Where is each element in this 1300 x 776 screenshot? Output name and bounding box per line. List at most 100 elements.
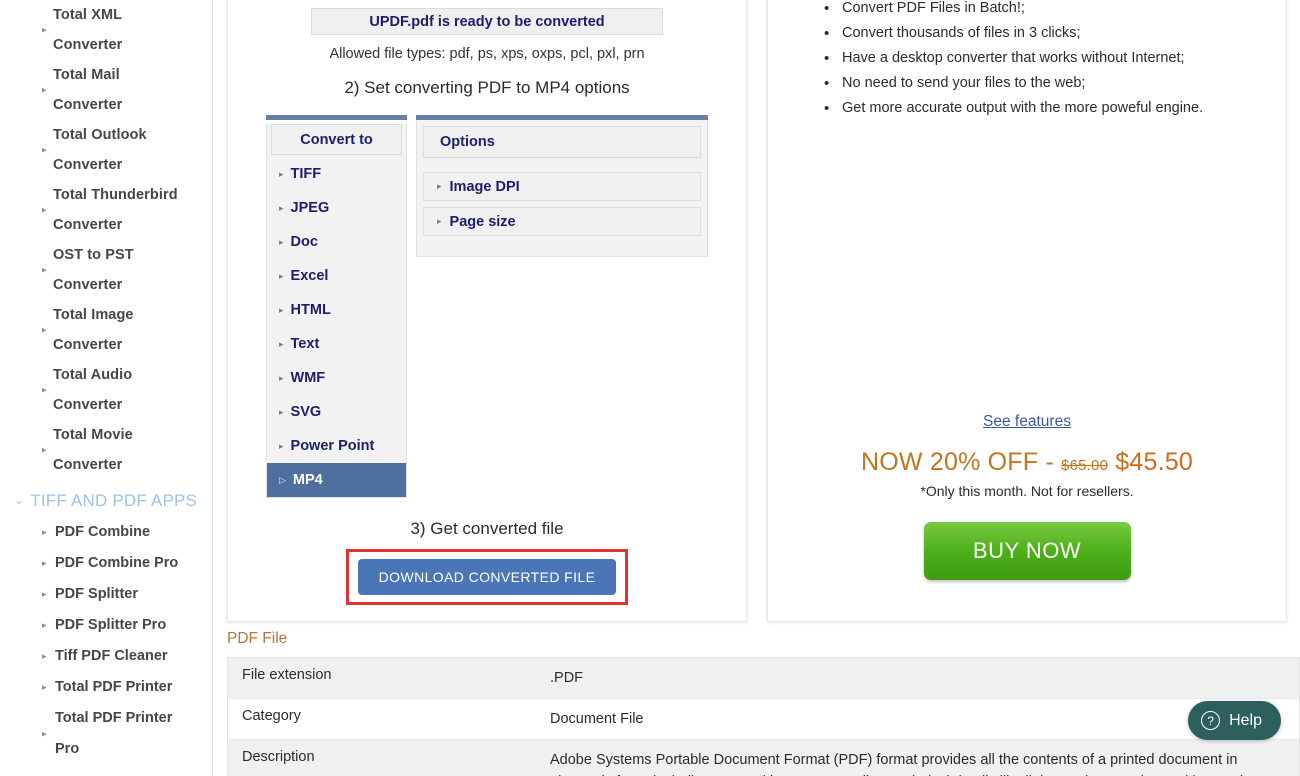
format-option-svg[interactable]: ▸ SVG <box>267 395 406 429</box>
option-label: Page size <box>449 213 516 230</box>
format-option-label: MP4 <box>292 472 323 488</box>
step2-title: 2) Set converting PDF to MP4 options <box>344 78 630 97</box>
help-button[interactable]: ? Help <box>1188 701 1281 740</box>
table-cell-key: Category <box>242 708 301 724</box>
ready-banner: UPDF.pdf is ready to be converted <box>311 8 663 35</box>
sidebar-subitem[interactable]: ▸ PDF Splitter <box>0 579 212 610</box>
table-cell-key: Description <box>242 749 315 765</box>
chevron-right-icon: ▸ <box>42 144 47 155</box>
sidebar-subitem[interactable]: ▸ Total PDF Printer Pro <box>0 703 212 765</box>
sidebar-item[interactable]: ▸ Total Mail Converter <box>0 60 212 120</box>
pdf-file-table: File extension .PDF Category Document File D… <box>227 657 1300 776</box>
format-option-label: HTML <box>290 302 331 318</box>
chevron-right-icon: ▸ <box>437 181 442 191</box>
options-list: ▸ Image DPI ▸ Page size <box>423 172 701 236</box>
chevron-right-icon: ▸ <box>42 84 47 95</box>
format-list-box: Convert to ▸ TIFF ▸ JPEG ▸ Doc ▸ Excel ▸ HTML ▸ Tex… <box>266 124 407 498</box>
sidebar-item[interactable]: ▸ Total Movie Converter <box>0 420 212 480</box>
sidebar-subitem-label: PDF Combine Pro <box>55 555 179 571</box>
sidebar-subitem[interactable]: ▸ PDF Splitter Pro <box>0 610 212 641</box>
format-option-doc[interactable]: ▸ Doc <box>267 225 406 259</box>
format-option-text[interactable]: ▸ Text <box>267 327 406 361</box>
sidebar-section-label: TIFF AND PDF APPS <box>30 491 198 510</box>
sidebar-subitem[interactable]: ▸ Total PDF Printer <box>0 672 212 703</box>
table-row: Category Document File <box>228 699 1299 740</box>
sidebar-item-label: Total Thunderbird Converter <box>53 187 178 233</box>
panel-topbar <box>266 115 407 120</box>
feature-bullet: Convert thousands of files in 3 clicks; <box>824 21 1246 46</box>
chevron-right-icon: ▸ <box>42 728 47 739</box>
sidebar-item[interactable]: ▸ Total Thunderbird Converter <box>0 180 212 240</box>
format-option-mp4[interactable]: ▷ MP4 <box>267 463 406 497</box>
sidebar-subitem-label: Total PDF Printer <box>55 679 173 695</box>
feature-bullet: Have a desktop converter that works with… <box>824 46 1246 71</box>
chevron-right-icon: ▸ <box>42 384 47 395</box>
sidebar-subitem[interactable]: ▸ PDF Combine <box>0 517 212 548</box>
format-list: ▸ TIFF ▸ JPEG ▸ Doc ▸ Excel ▸ HTML ▸ Text ▸ WMF ▸ SVG ▸ P… <box>267 157 406 497</box>
format-option-excel[interactable]: ▸ Excel <box>267 259 406 293</box>
sidebar-subitem-label: PDF Combine <box>55 524 151 540</box>
format-option-power-point[interactable]: ▸ Power Point <box>267 429 406 463</box>
chevron-right-icon: ▸ <box>42 558 47 568</box>
sidebar-subitem-label: PDF Splitter <box>55 586 138 602</box>
help-label: Help <box>1229 711 1262 729</box>
chevron-right-icon: ▸ <box>279 372 284 383</box>
promo-card: Convert PDF Files in Batch!;Convert thou… <box>767 0 1287 622</box>
page-root: ▸ Total XML Converter ▸ Total Mail Converter ▸… <box>0 0 1300 776</box>
format-option-html[interactable]: ▸ HTML <box>267 293 406 327</box>
sidebar-item[interactable]: ▸ OST to PST Converter <box>0 240 212 300</box>
format-option-jpeg[interactable]: ▸ JPEG <box>267 191 406 225</box>
step3-title: 3) Get converted file <box>410 519 564 538</box>
format-option-label: Power Point <box>290 438 375 454</box>
sidebar-item[interactable]: ▸ Total Image Converter <box>0 300 212 360</box>
format-option-label: JPEG <box>290 200 330 216</box>
format-option-label: SVG <box>290 404 322 420</box>
chevron-right-icon: ▸ <box>42 264 47 275</box>
options-panel: Options ▸ Image DPI ▸ Page size <box>416 115 708 498</box>
sidebar-subitem-label: Total PDF Printer Pro <box>55 710 173 757</box>
chevron-right-icon: ▸ <box>279 440 284 451</box>
chevron-right-icon: ▸ <box>279 338 284 349</box>
download-area: DOWNLOAD CONVERTED FILE <box>228 549 746 605</box>
sidebar: ▸ Total XML Converter ▸ Total Mail Converter ▸… <box>0 0 213 776</box>
price-line: NOW 20% OFF - $65.00 $45.50 <box>808 448 1246 477</box>
price-prefix: NOW 20% OFF - <box>861 448 1062 476</box>
chevron-right-outline-icon: ▷ <box>279 474 286 485</box>
table-row: File extension .PDF <box>228 658 1299 699</box>
option-image-dpi[interactable]: ▸ Image DPI <box>423 172 701 201</box>
format-option-tiff[interactable]: ▸ TIFF <box>267 157 406 191</box>
question-circle-icon: ? <box>1201 711 1221 730</box>
chevron-right-icon: ▸ <box>437 216 442 226</box>
chevron-right-icon: ▸ <box>42 589 47 599</box>
see-features-link[interactable]: See features <box>983 413 1071 430</box>
price-new: $45.50 <box>1115 448 1193 476</box>
download-converted-file-button[interactable]: DOWNLOAD CONVERTED FILE <box>357 559 617 595</box>
chevron-right-icon: ▸ <box>42 444 47 455</box>
sidebar-section-tiff-and-pdf-apps[interactable]: ⌄ TIFF AND PDF APPS <box>0 480 212 517</box>
pdf-file-section: PDF File File extension .PDF Category Docum… <box>227 630 1300 776</box>
price-old: $65.00 <box>1061 457 1109 474</box>
convert-to-panel: Convert to ▸ TIFF ▸ JPEG ▸ Doc ▸ Excel ▸ HTML ▸ Tex… <box>266 115 407 498</box>
sidebar-subitem[interactable]: ▸ Tiff PDF Cleaner <box>0 641 212 672</box>
download-highlight-box: DOWNLOAD CONVERTED FILE <box>345 549 629 605</box>
sidebar-item[interactable]: ▸ Total XML Converter <box>0 0 212 60</box>
sidebar-subitem[interactable]: ▸ PDF Combine Pro <box>0 548 212 579</box>
format-option-label: Excel <box>290 268 329 284</box>
format-option-label: TIFF <box>290 166 322 182</box>
sidebar-item[interactable]: ▸ Total Outlook Converter <box>0 120 212 180</box>
format-option-wmf[interactable]: ▸ WMF <box>267 361 406 395</box>
chevron-right-icon: ▸ <box>42 24 47 35</box>
sidebar-item[interactable]: ▸ Total Audio Converter <box>0 360 212 420</box>
sidebar-item-label: Total Outlook Converter <box>53 127 147 173</box>
chevron-right-icon: ▸ <box>42 324 47 335</box>
allowed-file-types: Allowed file types: pdf, ps, xps, oxps, … <box>329 46 645 62</box>
sidebar-main-list: ▸ Total XML Converter ▸ Total Mail Converter ▸… <box>0 0 212 480</box>
option-page-size[interactable]: ▸ Page size <box>423 207 701 236</box>
buy-now-button[interactable]: BUY NOW <box>923 522 1131 580</box>
sidebar-sub-list: ▸ PDF Combine ▸ PDF Combine Pro ▸ PDF Splitte… <box>0 517 212 765</box>
chevron-right-icon: ▸ <box>279 270 284 281</box>
sidebar-subitem-label: Tiff PDF Cleaner <box>55 648 168 664</box>
table-cell-value: .PDF <box>550 670 584 686</box>
table-cell-key: File extension <box>242 667 332 683</box>
convert-card: UPDF.pdf is ready to be converted Allowe… <box>227 0 747 622</box>
